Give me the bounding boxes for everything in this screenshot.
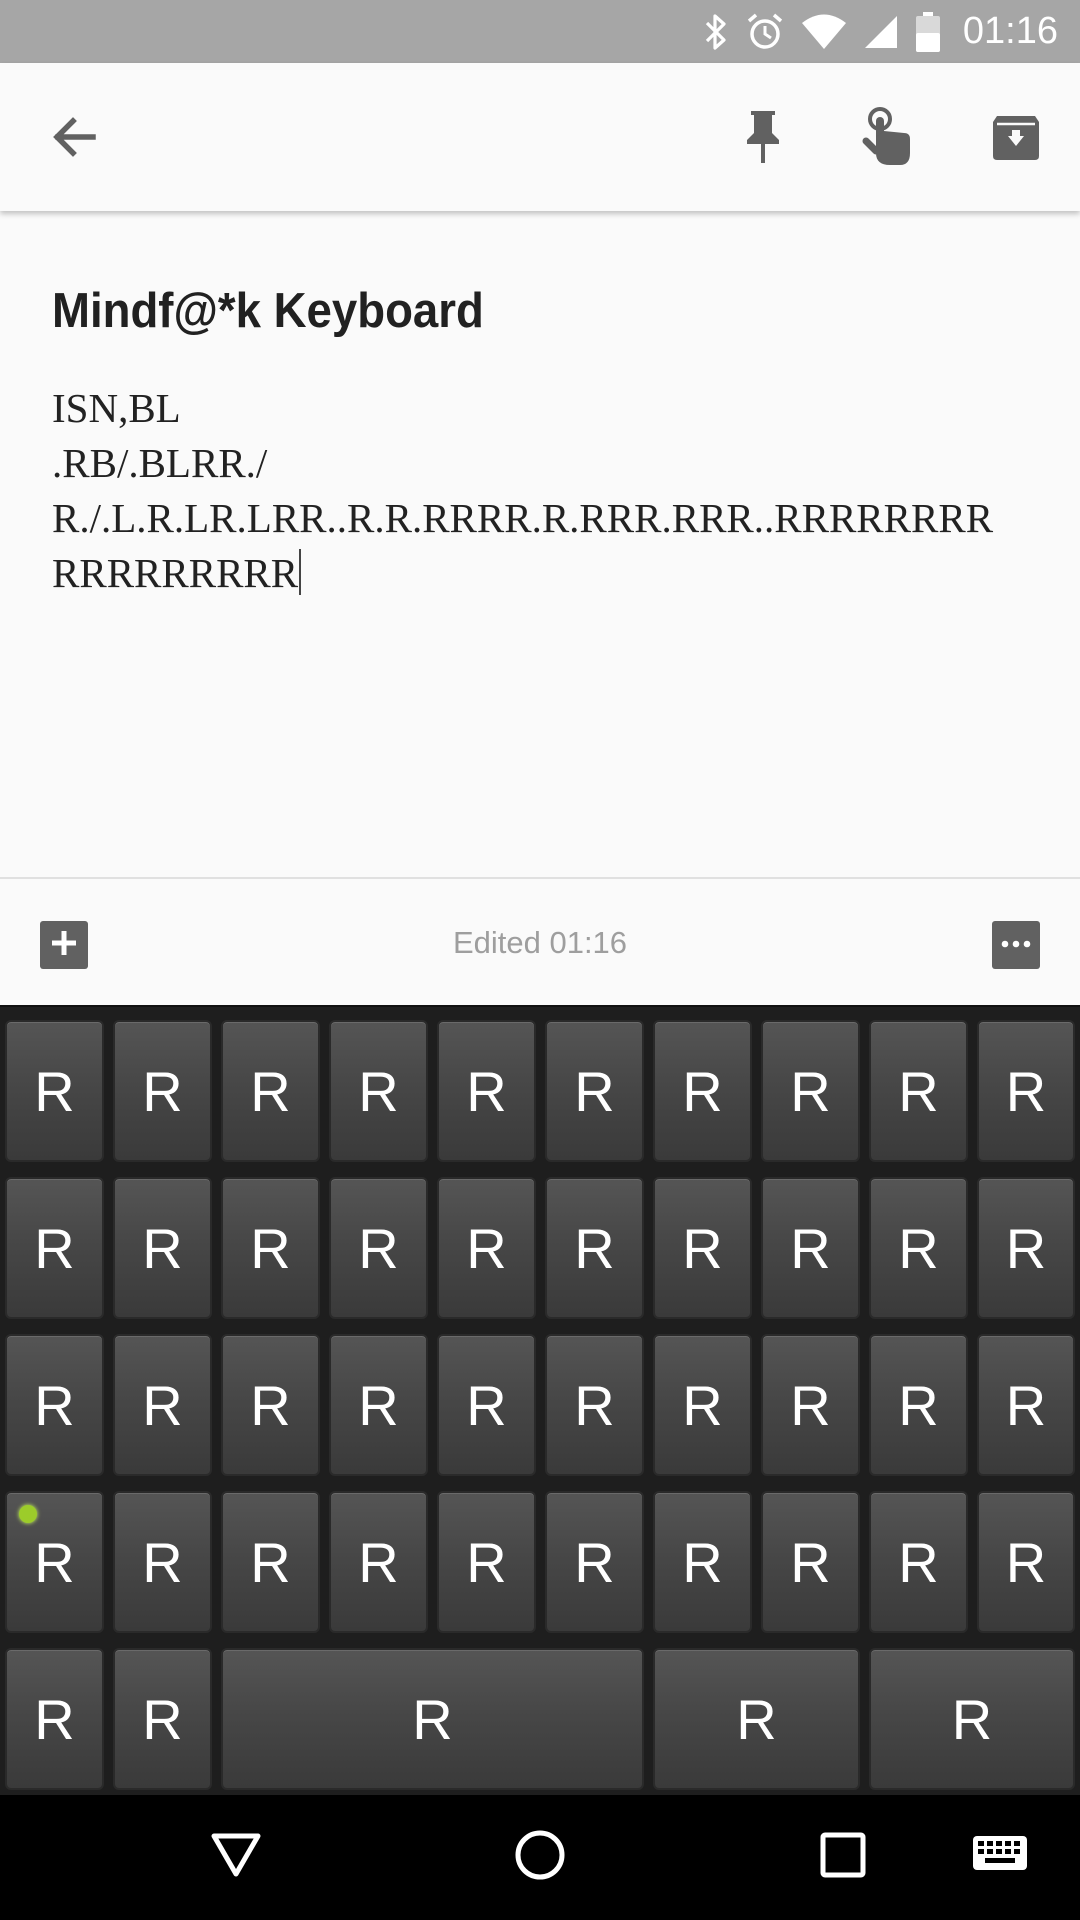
back-arrow-icon bbox=[49, 112, 99, 167]
key[interactable]: R bbox=[113, 1491, 212, 1633]
key-label: R bbox=[34, 1530, 75, 1594]
key[interactable]: R bbox=[653, 1177, 752, 1319]
note-title[interactable]: Mindf@*k Keyboard bbox=[52, 283, 484, 339]
status-bar: 01:16 bbox=[0, 0, 1080, 63]
key[interactable]: R bbox=[113, 1177, 212, 1319]
key[interactable]: R bbox=[113, 1334, 212, 1476]
pin-button[interactable] bbox=[727, 103, 799, 175]
note-line: R./.L.R.LR.LRR..R.R.RRRR.R.RRR.RRR..RRRR… bbox=[52, 495, 994, 541]
key[interactable]: R bbox=[761, 1491, 860, 1633]
key-with-indicator[interactable]: R bbox=[5, 1491, 104, 1633]
more-button[interactable] bbox=[992, 921, 1040, 969]
key[interactable]: R bbox=[113, 1020, 212, 1162]
cell-signal-icon bbox=[863, 14, 899, 50]
home-circle-icon bbox=[514, 1829, 566, 1886]
back-button[interactable] bbox=[38, 103, 110, 175]
key[interactable]: R bbox=[869, 1491, 968, 1633]
more-icon bbox=[1001, 936, 1031, 954]
status-icons: 01:16 bbox=[703, 0, 1058, 63]
key[interactable]: R bbox=[221, 1177, 320, 1319]
navigation-bar bbox=[0, 1795, 1080, 1920]
wifi-icon bbox=[801, 14, 847, 50]
key[interactable]: R bbox=[437, 1020, 536, 1162]
space-key[interactable]: R bbox=[221, 1648, 644, 1790]
edited-timestamp: Edited 01:16 bbox=[452, 925, 628, 960]
note-body[interactable]: ISN,BL .RB/.BLRR./ R./.L.R.LR.LRR..R.R.R… bbox=[52, 381, 1052, 601]
key[interactable]: R bbox=[221, 1334, 320, 1476]
key[interactable]: R bbox=[653, 1648, 860, 1790]
key[interactable]: R bbox=[653, 1491, 752, 1633]
recents-square-icon bbox=[819, 1831, 867, 1884]
note-line-text: RRRRRRRRR bbox=[52, 550, 299, 596]
keyboard-row-3: R R R R R R R R R R bbox=[0, 1334, 1080, 1476]
key[interactable]: R bbox=[977, 1334, 1075, 1476]
key[interactable]: R bbox=[437, 1177, 536, 1319]
archive-button[interactable] bbox=[980, 103, 1052, 175]
key[interactable]: R bbox=[869, 1177, 968, 1319]
pin-icon bbox=[741, 109, 785, 170]
keyboard: R R R R R R R R R R R R R R R R R R R R … bbox=[0, 1005, 1080, 1795]
keyboard-row-4: R R R R R R R R R R bbox=[0, 1491, 1080, 1633]
back-triangle-icon bbox=[210, 1831, 262, 1884]
key[interactable]: R bbox=[977, 1491, 1075, 1633]
active-indicator-dot bbox=[19, 1505, 37, 1523]
key[interactable]: R bbox=[977, 1020, 1075, 1162]
key[interactable]: R bbox=[545, 1491, 644, 1633]
key[interactable]: R bbox=[545, 1334, 644, 1476]
key[interactable]: R bbox=[653, 1334, 752, 1476]
key[interactable]: R bbox=[653, 1020, 752, 1162]
nav-back-button[interactable] bbox=[204, 1825, 268, 1889]
keyboard-row-2: R R R R R R R R R R bbox=[0, 1177, 1080, 1319]
key[interactable]: R bbox=[869, 1334, 968, 1476]
key[interactable]: R bbox=[761, 1020, 860, 1162]
key[interactable]: R bbox=[113, 1648, 212, 1790]
text-caret bbox=[299, 549, 302, 595]
key[interactable]: R bbox=[221, 1020, 320, 1162]
archive-icon bbox=[991, 112, 1041, 167]
alarm-icon bbox=[745, 12, 785, 52]
nav-recents-button[interactable] bbox=[811, 1825, 875, 1889]
key[interactable]: R bbox=[437, 1491, 536, 1633]
status-time: 01:16 bbox=[962, 10, 1058, 52]
key[interactable]: R bbox=[329, 1334, 428, 1476]
nav-home-button[interactable] bbox=[508, 1825, 572, 1889]
key[interactable]: R bbox=[545, 1177, 644, 1319]
key[interactable]: R bbox=[761, 1177, 860, 1319]
keyboard-row-5: R R R R R bbox=[0, 1648, 1080, 1790]
note-line: ISN,BL bbox=[52, 385, 181, 431]
note-toolbar bbox=[0, 63, 1080, 211]
key[interactable]: R bbox=[977, 1177, 1075, 1319]
key[interactable]: R bbox=[5, 1648, 104, 1790]
bluetooth-icon bbox=[703, 13, 729, 51]
note-bottom-bar: Edited 01:16 bbox=[0, 877, 1080, 1005]
key[interactable]: R bbox=[5, 1020, 104, 1162]
note-line: .RB/.BLRR./ bbox=[52, 440, 268, 486]
note-line-last: RRRRRRRRR bbox=[52, 546, 1052, 601]
keyboard-icon bbox=[972, 1835, 1028, 1880]
note-editor[interactable]: Mindf@*k Keyboard ISN,BL .RB/.BLRR./ R./… bbox=[0, 211, 1080, 877]
key[interactable]: R bbox=[5, 1334, 104, 1476]
key[interactable]: R bbox=[869, 1020, 968, 1162]
key[interactable]: R bbox=[545, 1020, 644, 1162]
key[interactable]: R bbox=[221, 1491, 320, 1633]
keyboard-row-1: R R R R R R R R R R bbox=[0, 1020, 1080, 1162]
key[interactable]: R bbox=[761, 1334, 860, 1476]
key[interactable]: R bbox=[869, 1648, 1075, 1790]
nav-keyboard-button[interactable] bbox=[968, 1825, 1032, 1889]
screen: 01:16 Mindf@*k Keyboard ISN,BL .RB/.BLRR… bbox=[0, 0, 1080, 1920]
key[interactable]: R bbox=[329, 1020, 428, 1162]
key[interactable]: R bbox=[329, 1177, 428, 1319]
battery-icon bbox=[915, 11, 941, 53]
key[interactable]: R bbox=[5, 1177, 104, 1319]
reminder-hand-icon bbox=[860, 106, 914, 172]
reminder-button[interactable] bbox=[851, 103, 923, 175]
key[interactable]: R bbox=[437, 1334, 536, 1476]
key[interactable]: R bbox=[329, 1491, 428, 1633]
